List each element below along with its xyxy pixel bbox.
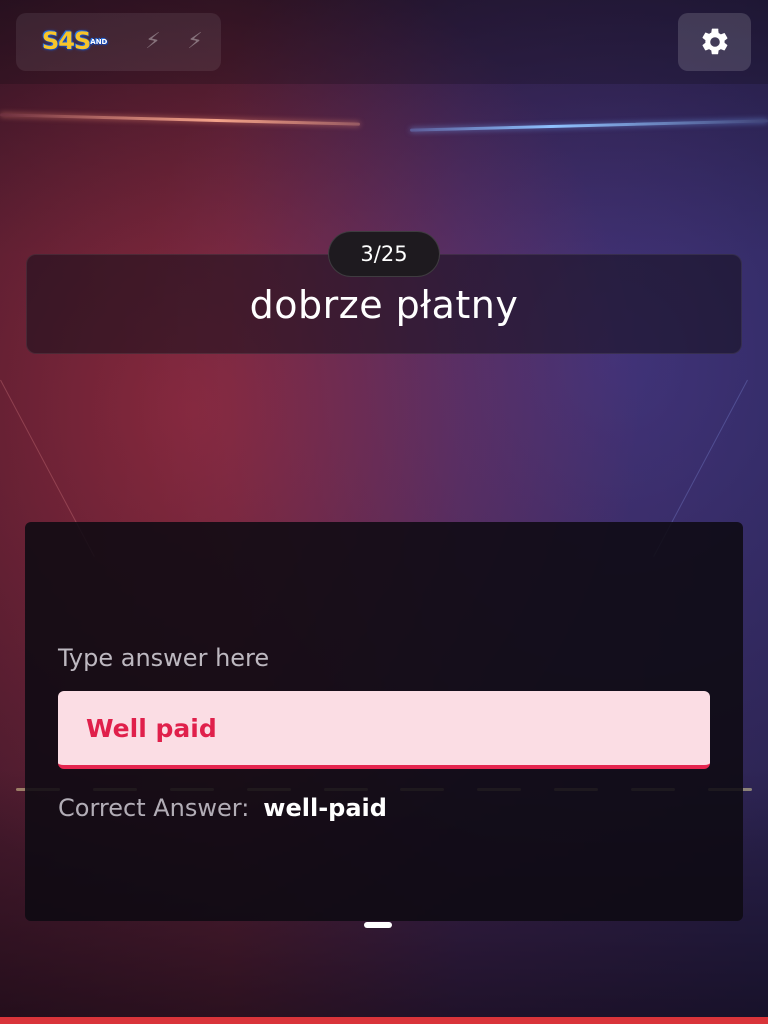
answer-input-value: Well paid <box>86 713 217 743</box>
top-bar: S4SAND ⚡ ⚡ <box>0 0 768 84</box>
answer-panel: Type answer here Well paid Correct Answe… <box>25 522 743 921</box>
correct-answer-value: well-paid <box>263 794 387 822</box>
correct-answer-row: Correct Answer: well-paid <box>58 794 387 822</box>
bolt-icon: ⚡ <box>187 29 203 54</box>
gear-icon <box>701 28 727 55</box>
settings-button[interactable] <box>678 13 751 71</box>
light-streak-left <box>0 113 360 126</box>
question-progress-badge: 3/25 <box>328 231 440 277</box>
answer-input[interactable]: Well paid <box>58 691 710 769</box>
prompt-word: dobrze płatny <box>249 283 519 327</box>
logo-panel: S4SAND ⚡ ⚡ <box>16 13 221 71</box>
swipe-handle[interactable] <box>364 922 392 928</box>
correct-answer-label: Correct Answer: <box>58 794 250 822</box>
answer-label: Type answer here <box>58 644 270 672</box>
bolt-icon: ⚡ <box>145 29 161 54</box>
bottom-bar <box>0 1017 768 1024</box>
light-streak-right <box>410 119 768 132</box>
app-logo: S4SAND <box>42 27 108 55</box>
